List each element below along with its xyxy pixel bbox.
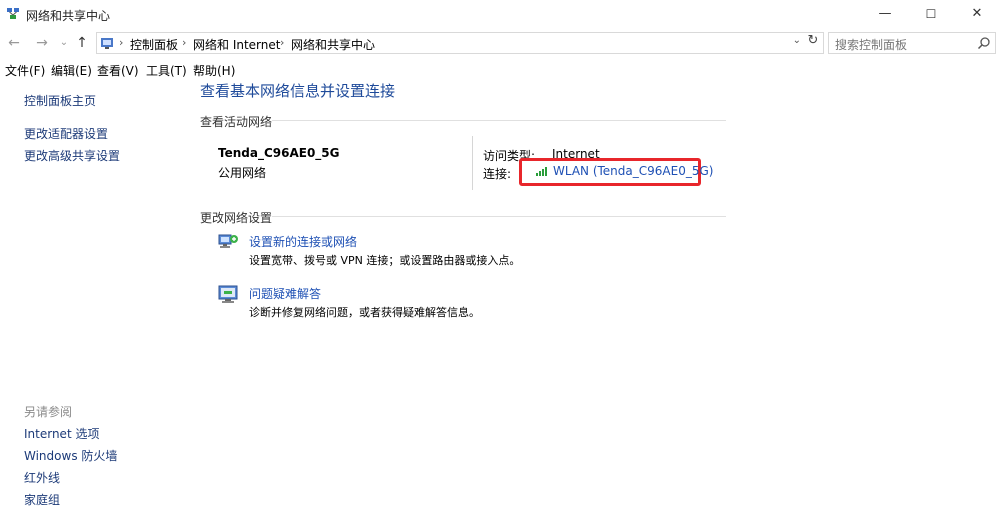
title-bar: 网络和共享中心 — ☐ ✕ — [0, 0, 1000, 28]
menu-tools[interactable]: 工具(T) — [146, 62, 187, 79]
section-divider — [272, 216, 726, 217]
menu-edit[interactable]: 编辑(E) — [51, 62, 92, 79]
address-row: ← → ⌄ ↑ › 控制面板 › 网络和 Internet › 网络和共享中心 … — [0, 30, 1000, 56]
search-placeholder: 搜索控制面板 — [835, 38, 908, 52]
search-input[interactable]: 搜索控制面板 — [828, 32, 996, 54]
window-title: 网络和共享中心 — [26, 9, 111, 23]
search-icon[interactable] — [977, 36, 991, 50]
menu-bar: 文件(F) 编辑(E) 查看(V) 工具(T) 帮助(H) — [0, 60, 1000, 78]
minimize-button[interactable]: — — [862, 0, 908, 28]
menu-view[interactable]: 查看(V) — [97, 62, 139, 79]
network-category: 公用网络 — [218, 166, 267, 180]
sidebar-change-adapter-settings[interactable]: 更改适配器设置 — [24, 125, 108, 142]
address-bar[interactable]: › 控制面板 › 网络和 Internet › 网络和共享中心 ⌄ — [96, 32, 824, 54]
control-panel-icon — [101, 38, 113, 49]
see-also-homegroup[interactable]: 家庭组 — [24, 491, 60, 508]
wifi-signal-icon — [536, 167, 547, 176]
page-title: 查看基本网络信息并设置连接 — [200, 82, 396, 100]
see-also-internet-options[interactable]: Internet 选项 — [24, 425, 99, 442]
menu-file[interactable]: 文件(F) — [5, 62, 45, 79]
new-connection-icon — [218, 234, 238, 248]
refresh-button[interactable]: ↻ — [803, 32, 823, 50]
close-button[interactable]: ✕ — [954, 0, 1000, 28]
breadcrumb-separator: › — [280, 36, 285, 49]
troubleshoot-icon — [218, 285, 238, 303]
wlan-connection-link[interactable]: WLAN (Tenda_C96AE0_5G) — [553, 164, 713, 178]
sidebar-change-advanced-sharing[interactable]: 更改高级共享设置 — [24, 147, 120, 164]
see-also-infrared[interactable]: 红外线 — [24, 469, 60, 486]
network-info-divider — [472, 136, 473, 190]
setup-new-connection-link[interactable]: 设置新的连接或网络 — [249, 233, 357, 250]
troubleshoot-desc: 诊断并修复网络问题，或者获得疑难解答信息。 — [249, 306, 480, 319]
connection-label: 连接: — [483, 167, 512, 181]
breadcrumb-network-sharing-center[interactable]: 网络和共享中心 — [291, 36, 375, 53]
address-dropdown-button[interactable]: ⌄ — [793, 35, 801, 46]
active-networks-heading: 查看活动网络 — [200, 115, 273, 129]
see-also-windows-firewall[interactable]: Windows 防火墙 — [24, 447, 117, 464]
breadcrumb-separator: › — [182, 36, 187, 49]
change-settings-heading: 更改网络设置 — [200, 211, 273, 225]
recent-locations-button[interactable]: ⌄ — [54, 33, 74, 53]
breadcrumb-separator: › — [119, 36, 124, 49]
troubleshoot-link[interactable]: 问题疑难解答 — [249, 285, 321, 302]
network-name: Tenda_C96AE0_5G — [218, 146, 340, 160]
back-button[interactable]: ← — [4, 33, 24, 53]
network-center-icon — [7, 8, 19, 19]
breadcrumb-network-internet[interactable]: 网络和 Internet — [193, 36, 280, 53]
up-button[interactable]: ↑ — [72, 33, 92, 53]
forward-button[interactable]: → — [32, 33, 52, 53]
maximize-button[interactable]: ☐ — [908, 0, 954, 28]
setup-new-connection-desc: 设置宽带、拨号或 VPN 连接；或设置路由器或接入点。 — [249, 254, 521, 267]
menu-help[interactable]: 帮助(H) — [193, 62, 235, 79]
section-divider — [272, 120, 726, 121]
see-also-heading: 另请参阅 — [24, 405, 73, 419]
sidebar-control-panel-home[interactable]: 控制面板主页 — [24, 92, 96, 109]
breadcrumb-control-panel[interactable]: 控制面板 — [130, 36, 178, 53]
